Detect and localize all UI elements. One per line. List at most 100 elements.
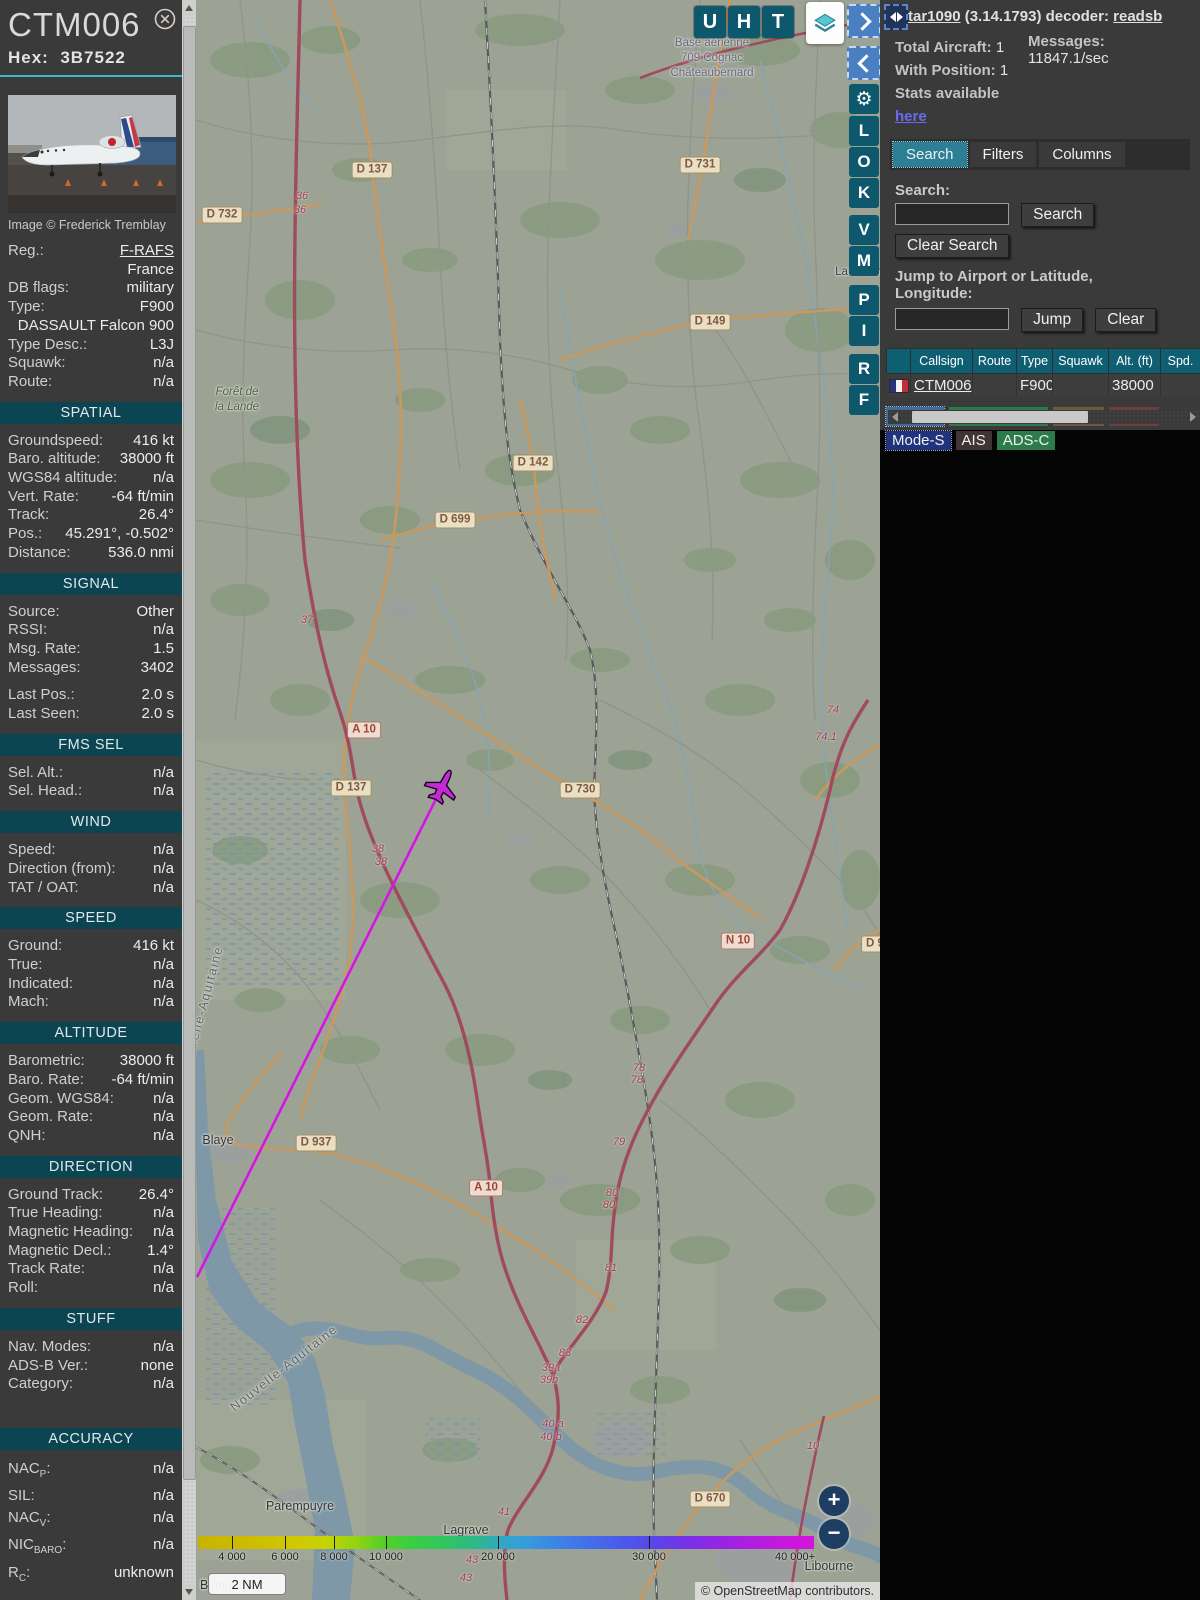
table-header-Spd.[interactable]: Spd.	[1160, 348, 1200, 374]
map-button-k[interactable]: K	[849, 178, 879, 208]
hscroll-thumb[interactable]	[912, 411, 1088, 423]
divider	[0, 75, 182, 77]
data-row: Ground Track: 26.4°	[0, 1186, 182, 1205]
table-header-flag[interactable]	[886, 348, 911, 374]
data-row: Magnetic Heading: n/a	[0, 1223, 182, 1242]
section-header: SIGNAL	[0, 572, 182, 595]
map-button-f[interactable]: F	[849, 385, 879, 415]
data-value: n/a	[153, 1204, 174, 1222]
sidebar-scrollbar[interactable]	[182, 0, 196, 1600]
data-label: Nav. Modes:	[8, 1337, 92, 1355]
jump-label: Jump to Airport or Latitude, Longitude:	[895, 268, 1093, 302]
road-shield: A 10	[469, 1179, 503, 1197]
layers-button[interactable]	[806, 2, 844, 44]
map[interactable]: Base aérienne709 CognacChâteaubernard✈Fo…	[196, 0, 880, 1600]
exit-number: 39b	[539, 1374, 559, 1386]
clear-search-button[interactable]: Clear Search	[895, 234, 1010, 258]
map-button-l[interactable]: L	[849, 116, 879, 146]
data-row: Geom. WGS84: n/a	[0, 1090, 182, 1109]
section-speed: SPEED Ground: 416 kt True: n/a Indicated: n/a M…	[0, 907, 182, 1012]
search-input[interactable]	[895, 203, 1009, 225]
aircraft-photo	[8, 95, 176, 213]
data-value: n/a	[153, 1126, 174, 1144]
data-label: Distance:	[8, 543, 71, 561]
exit-number: 40 b	[540, 1431, 562, 1443]
data-row: Roll: n/a	[0, 1279, 182, 1298]
map-button-u[interactable]: U	[694, 6, 726, 38]
data-value: 1.5	[153, 639, 174, 657]
tab-search[interactable]: Search	[892, 141, 968, 168]
road-shield: D 142	[512, 454, 554, 472]
table-header-Callsign[interactable]: Callsign	[910, 348, 973, 374]
layers-icon	[814, 13, 836, 32]
total-aircraft-value: 1	[995, 39, 1005, 56]
table-header-Type[interactable]: Type	[1016, 348, 1053, 374]
tab-columns[interactable]: Columns	[1039, 142, 1125, 167]
data-row: TAT / OAT: n/a	[0, 879, 182, 898]
legend-ads-c[interactable]: ADS-C	[996, 431, 1056, 450]
data-label: Track Rate:	[8, 1260, 85, 1278]
table-row[interactable]: CTM006 F900 38000	[886, 373, 1200, 397]
close-icon[interactable]	[154, 8, 176, 30]
data-label: RSSI:	[8, 621, 48, 639]
scroll-down-icon[interactable]	[182, 1584, 196, 1600]
data-value: 2.0 s	[141, 705, 174, 723]
legend-mode-s[interactable]: Mode-S	[885, 430, 952, 451]
scrollbar-thumb[interactable]	[183, 26, 196, 1480]
data-row: RSSI: n/a	[0, 621, 182, 640]
aircraft-hex: Hex: 3B7522	[8, 48, 126, 67]
jump-button[interactable]: Jump	[1021, 308, 1084, 332]
scroll-up-icon[interactable]	[182, 0, 196, 16]
table-cell[interactable]: CTM006	[910, 373, 973, 397]
map-button-v[interactable]: V	[849, 215, 879, 245]
data-value: 536.0 nmi	[108, 543, 174, 561]
data-row: DB flags: military	[0, 279, 182, 298]
data-label: Route:	[8, 372, 53, 390]
road-shield: D 670	[689, 1490, 731, 1508]
stats-here-link[interactable]: here	[895, 108, 927, 125]
panel-resize-icon[interactable]	[884, 4, 908, 30]
expand-panel-button[interactable]	[847, 4, 880, 38]
decoder-link[interactable]: readsb	[1113, 8, 1162, 25]
zoom-out-button[interactable]: −	[819, 1519, 849, 1549]
jump-input[interactable]	[895, 308, 1009, 330]
table-cell	[1160, 373, 1200, 397]
search-button[interactable]: Search	[1021, 203, 1095, 227]
scale-tick	[498, 1536, 499, 1549]
scroll-left-icon[interactable]	[892, 412, 898, 422]
table-header-Alt. (ft)[interactable]: Alt. (ft)	[1108, 348, 1161, 374]
map-button-r[interactable]: R	[849, 354, 879, 384]
scroll-right-icon[interactable]	[1190, 412, 1196, 422]
map-button-o[interactable]: O	[849, 147, 879, 177]
section-stuff: STUFF Nav. Modes: n/a ADS-B Ver.: none Catego…	[0, 1307, 182, 1394]
tab-filters[interactable]: Filters	[969, 142, 1037, 167]
map-button-i[interactable]: I	[849, 316, 879, 346]
data-label: Vert. Rate:	[8, 487, 79, 505]
data-label: Mach:	[8, 993, 49, 1011]
chevron-right-icon	[852, 11, 872, 31]
map-button-p[interactable]: P	[849, 285, 879, 315]
legend-ais[interactable]: AIS	[955, 431, 992, 450]
table-header-Route[interactable]: Route	[972, 348, 1017, 374]
app-name-link[interactable]: tar1090	[908, 8, 961, 25]
scale-tick-label: 40 000+	[774, 1551, 816, 1563]
data-row: Sel. Alt.: n/a	[0, 764, 182, 783]
data-value[interactable]: F-RAFS	[44, 242, 174, 261]
data-row: NICBARO: n/a	[0, 1534, 182, 1562]
collapse-panel-button[interactable]	[847, 46, 880, 80]
jump-clear-button[interactable]: Clear	[1095, 308, 1157, 332]
zoom-in-button[interactable]: +	[819, 1486, 849, 1516]
horizontal-scrollbar[interactable]	[888, 410, 1200, 424]
data-label: TAT / OAT:	[8, 878, 79, 896]
gear-icon[interactable]: ⚙	[849, 84, 879, 114]
table-header-Squawk[interactable]: Squawk	[1052, 348, 1109, 374]
data-row: Distance: 536.0 nmi	[0, 544, 182, 563]
data-row: Type Desc.: L3J	[0, 336, 182, 355]
map-button-t[interactable]: T	[762, 6, 794, 38]
map-button-h[interactable]: H	[728, 6, 760, 38]
scale-tick-label: 8 000	[320, 1551, 348, 1563]
data-value: 3402	[140, 658, 174, 676]
scale-tick	[285, 1536, 286, 1549]
map-button-m[interactable]: M	[849, 246, 879, 276]
data-row: Route: n/a	[0, 373, 182, 392]
